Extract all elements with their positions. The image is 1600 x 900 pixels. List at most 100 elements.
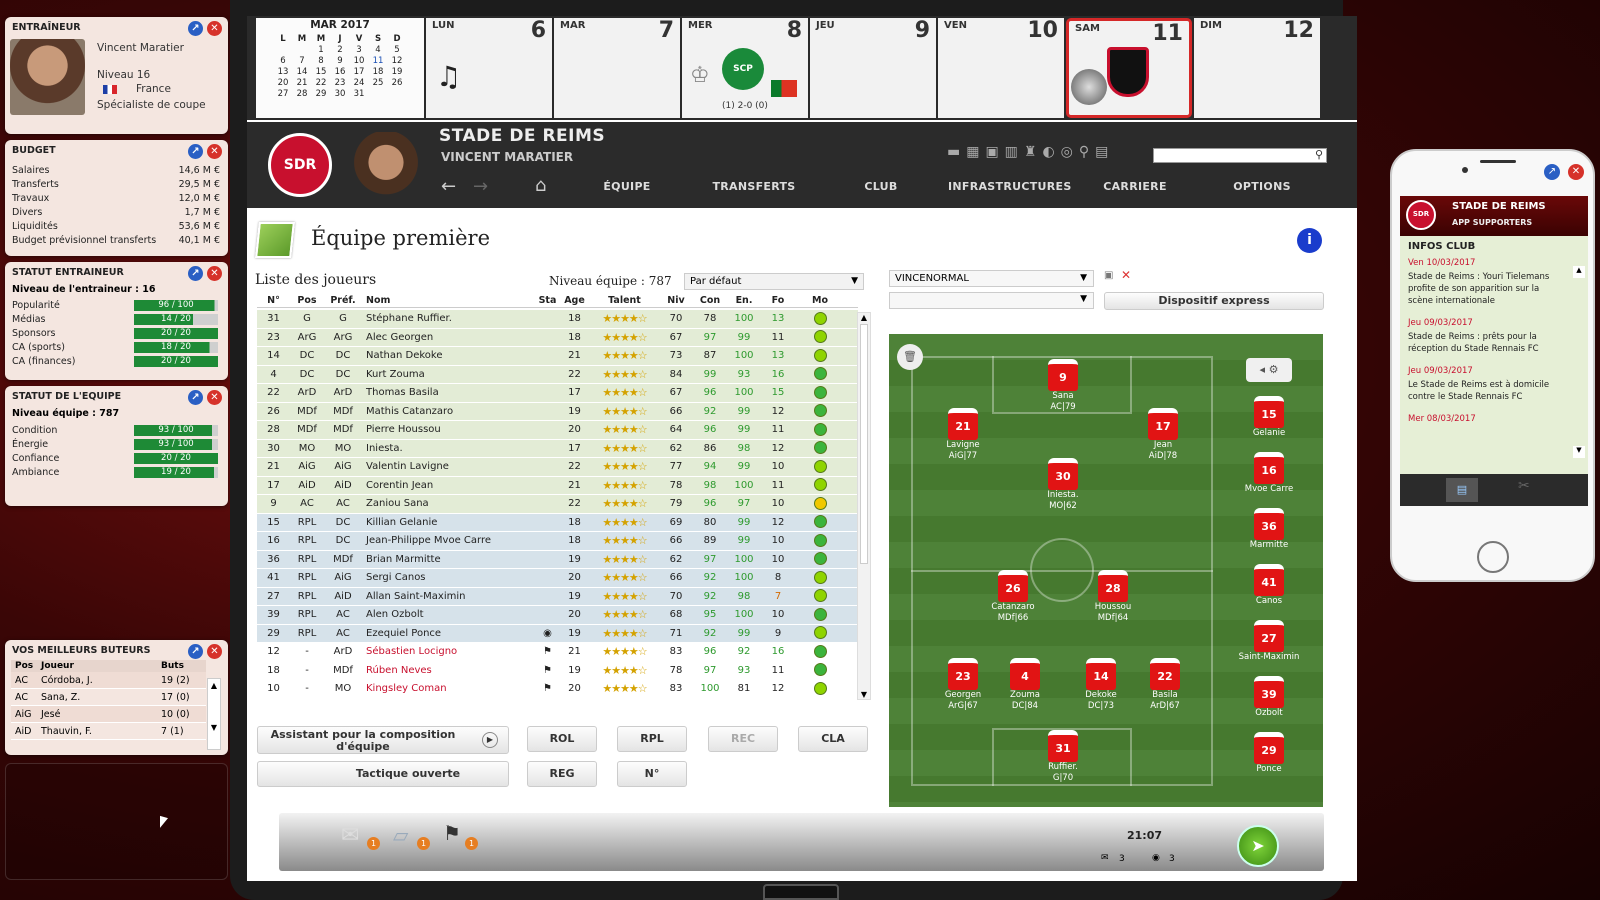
continue-button[interactable]: ➤ xyxy=(1237,825,1279,867)
trash-icon[interactable]: 🗑 xyxy=(897,344,923,370)
phone-home-button[interactable] xyxy=(1477,541,1509,573)
table-row[interactable]: 30 MO MO Iniesta. 17 ★★★★☆ 62 86 98 12 xyxy=(257,439,858,458)
close-icon[interactable]: ✕ xyxy=(207,644,222,659)
calendar-day[interactable]: 11 xyxy=(369,55,388,66)
news-item[interactable]: Mer 08/03/2017 xyxy=(1400,413,1570,425)
nav-tab[interactable]: OPTIONS xyxy=(1202,180,1322,193)
assistant-button[interactable]: Assistant pour la composition d'équipe ▶ xyxy=(257,726,509,754)
phone-scroll-down[interactable]: ▼ xyxy=(1573,446,1585,458)
expand-icon[interactable]: ↗ xyxy=(1544,164,1560,180)
calendar-day-cell[interactable]: MAR 7 xyxy=(554,18,680,118)
calendar-day[interactable]: 7 xyxy=(293,55,312,66)
scorer-row[interactable]: AC Córdoba, J. 19 (2) xyxy=(11,672,206,689)
scorer-row[interactable]: AiD Thauvin, F. 7 (1) xyxy=(11,723,206,740)
search-icon[interactable]: ⚲ xyxy=(1315,148,1323,161)
calendar-day-cell[interactable]: MER 8 ♔ SCP (1) 2-0 (0) xyxy=(682,18,808,118)
calendar-day[interactable]: 4 xyxy=(369,44,388,55)
scorer-row[interactable]: AC Sana, Z. 17 (0) xyxy=(11,689,206,706)
table-row[interactable]: 4 DC DC Kurt Zouma 22 ★★★★☆ 84 99 93 16 xyxy=(257,365,858,384)
calendar-day[interactable]: 10 xyxy=(350,55,369,66)
column-header[interactable]: Con xyxy=(693,294,727,307)
calendar-day[interactable]: 29 xyxy=(312,88,331,99)
calendar-day[interactable]: 6 xyxy=(274,55,293,66)
column-header[interactable]: Préf. xyxy=(324,294,362,307)
calendar-day[interactable]: 13 xyxy=(274,66,293,77)
pitch-player[interactable]: 17 Jean AiD|78 xyxy=(1128,408,1198,462)
pitch-player[interactable]: 28 Houssou MDf|64 xyxy=(1078,570,1148,624)
save-icon[interactable]: ▣ xyxy=(1104,270,1113,281)
table-row[interactable]: 29 RPL AC Ezequiel Ponce ◉ 19 ★★★★☆ 71 92 99 9 xyxy=(257,624,858,643)
calendar-day[interactable]: 27 xyxy=(274,88,293,99)
pitch[interactable]: 🗑 ◂ ⚙ 9 Sana AC|79 21 Lavigne AiG|77 17 Jean AiD… xyxy=(889,334,1323,807)
column-header[interactable]: Sta xyxy=(536,294,559,307)
news-tab-icon[interactable]: ▤ xyxy=(1446,478,1478,502)
calendar-day-cell[interactable]: LUN 6 ♫ xyxy=(426,18,552,118)
calendar-day-cell[interactable]: JEU 9 xyxy=(810,18,936,118)
news-item[interactable]: Jeu 09/03/2017 Le Stade de Reims est à do… xyxy=(1400,365,1570,403)
calendar-day[interactable]: 20 xyxy=(274,77,293,88)
calendar-day[interactable]: 18 xyxy=(369,66,388,77)
nav-tab[interactable]: ÉQUIPE xyxy=(567,180,687,193)
calendar-day[interactable] xyxy=(274,44,293,55)
table-row[interactable]: 27 RPL AiD Allan Saint-Maximin 19 ★★★★☆ 70 92 98… xyxy=(257,587,858,606)
table-row[interactable]: 22 ArD ArD Thomas Basila 17 ★★★★☆ 67 96 100 15 xyxy=(257,384,858,403)
close-icon[interactable]: ✕ xyxy=(207,390,222,405)
rpl-button[interactable]: RPL xyxy=(617,726,687,752)
calendar-day[interactable]: 15 xyxy=(312,66,331,77)
calendar-day[interactable]: 16 xyxy=(331,66,350,77)
column-header[interactable]: Talent xyxy=(590,294,659,307)
pitch-player[interactable]: 31 Ruffier. G|70 xyxy=(1028,730,1098,784)
back-arrow-icon[interactable]: ← xyxy=(441,176,456,197)
bench-player[interactable]: 27 Saint-Maximin xyxy=(1234,620,1304,663)
express-button[interactable]: Dispositif express xyxy=(1104,292,1324,310)
calendar-day[interactable]: 30 xyxy=(331,88,350,99)
table-row[interactable]: 26 MDf MDf Mathis Catanzaro 19 ★★★★☆ 66 92 99 12 xyxy=(257,402,858,421)
pitch-small-icon[interactable]: ▱ xyxy=(393,823,408,847)
info-icon[interactable]: i xyxy=(1297,228,1322,253)
calendar-day[interactable]: 3 xyxy=(350,44,369,55)
calendar-day[interactable]: 24 xyxy=(350,77,369,88)
reg-button[interactable]: REG xyxy=(527,761,597,787)
bench-player[interactable]: 16 Mvoe Carre xyxy=(1234,452,1304,495)
cla-button[interactable]: CLA xyxy=(798,726,868,752)
open-tactic-button[interactable]: Tactique ouverte xyxy=(257,761,509,787)
forward-arrow-icon[interactable]: → xyxy=(473,176,488,197)
calendar-day[interactable]: 28 xyxy=(293,88,312,99)
pitch-player[interactable]: 30 Iniesta. MO|62 xyxy=(1028,458,1098,512)
table-row[interactable]: 18 - MDf Rúben Neves ⚑ 19 ★★★★☆ 78 97 93 11 xyxy=(257,661,858,680)
pitch-player[interactable]: 22 Basila ArD|67 xyxy=(1130,658,1200,712)
calendar-day[interactable] xyxy=(369,88,388,99)
calendar-day[interactable]: 21 xyxy=(293,77,312,88)
column-header[interactable]: Nom xyxy=(362,294,536,307)
nav-tab[interactable]: CARRIERE xyxy=(1075,180,1195,193)
table-row[interactable]: 41 RPL AiG Sergi Canos 20 ★★★★☆ 66 92 100 8 xyxy=(257,569,858,588)
play-icon[interactable]: ▶ xyxy=(482,732,498,748)
calendar-day[interactable]: 17 xyxy=(350,66,369,77)
sort-select[interactable]: Par défaut ▼ xyxy=(684,273,864,290)
mini-calendar[interactable]: MAR 2017 L M M J V S D 1 2 3 4 5 6 7 8 9 10 11 12 13 14 15 16 1… xyxy=(256,18,424,118)
table-row[interactable]: 39 RPL AC Alen Ozbolt 20 ★★★★☆ 68 95 100 10 xyxy=(257,606,858,625)
column-header[interactable]: Niv xyxy=(659,294,693,307)
expand-icon[interactable]: ↗ xyxy=(188,144,203,159)
bench-player[interactable]: 15 Gelanie xyxy=(1234,396,1304,439)
table-scrollbar[interactable]: ▲ ▼ xyxy=(857,312,871,700)
expand-icon[interactable]: ↗ xyxy=(188,390,203,405)
table-row[interactable]: 9 AC AC Zaniou Sana 22 ★★★★☆ 79 96 97 10 xyxy=(257,495,858,514)
calendar-day-cell[interactable]: SAM 11 xyxy=(1066,18,1192,118)
scorers-scrollbar[interactable]: ▲ ▼ xyxy=(207,678,221,750)
column-header[interactable]: Age xyxy=(559,294,590,307)
expand-icon[interactable]: ↗ xyxy=(188,266,203,281)
home-button[interactable] xyxy=(763,884,839,900)
table-row[interactable]: 36 RPL MDf Brian Marmitte 19 ★★★★☆ 62 97 100 10 xyxy=(257,550,858,569)
calendar-day[interactable] xyxy=(293,44,312,55)
column-header[interactable]: Pos xyxy=(290,294,324,307)
rec-button[interactable]: REC xyxy=(708,726,778,752)
formation-select[interactable]: VINCENORMAL ▼ xyxy=(889,270,1094,287)
calendar-day[interactable]: 25 xyxy=(369,77,388,88)
table-row[interactable]: 15 RPL DC Killian Gelanie 18 ★★★★☆ 69 80 99 12 xyxy=(257,513,858,532)
calendar-day[interactable]: 1 xyxy=(312,44,331,55)
table-row[interactable]: 16 RPL DC Jean-Philippe Mvoe Carre 18 ★★★★☆ 66… xyxy=(257,532,858,551)
table-row[interactable]: 17 AiD AiD Corentin Jean 21 ★★★★☆ 78 98 100 11 xyxy=(257,476,858,495)
calendar-day[interactable]: 9 xyxy=(331,55,350,66)
calendar-day[interactable]: 26 xyxy=(388,77,407,88)
